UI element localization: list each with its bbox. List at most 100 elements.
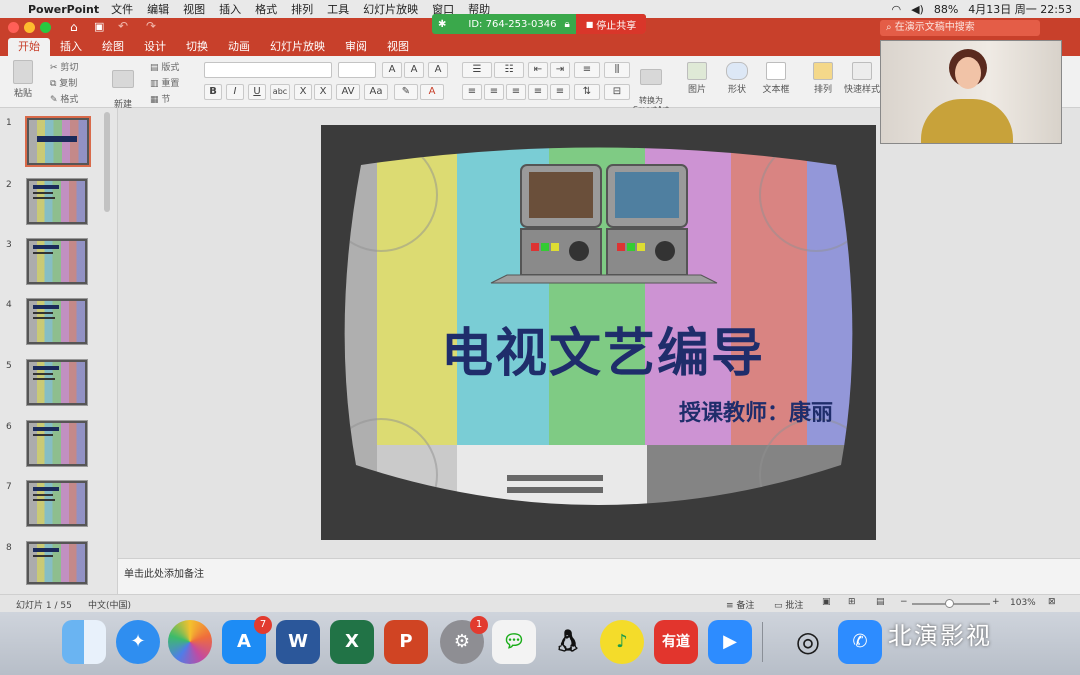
tab-home[interactable]: 开始 bbox=[8, 38, 50, 56]
zoom-in-button[interactable]: + bbox=[992, 597, 1000, 607]
search-input[interactable]: ⌕ 在演示文稿中搜索 bbox=[880, 20, 1040, 36]
format-painter-button[interactable]: ✎ 格式 bbox=[50, 92, 78, 105]
menu-slideshow[interactable]: 幻灯片放映 bbox=[363, 1, 418, 17]
slide-thumbnail-6[interactable] bbox=[26, 420, 88, 467]
slide-thumbnail-3[interactable] bbox=[26, 238, 88, 285]
menu-view[interactable]: 视图 bbox=[183, 1, 205, 17]
menu-format[interactable]: 格式 bbox=[255, 1, 277, 17]
menu-arrange[interactable]: 排列 bbox=[291, 1, 313, 17]
line-spacing-button[interactable]: ≡ bbox=[574, 62, 600, 78]
photos-icon[interactable] bbox=[168, 620, 212, 664]
change-case-button[interactable]: Aa bbox=[364, 84, 388, 100]
qq-music-icon[interactable]: ♪ bbox=[600, 620, 644, 664]
tab-transitions[interactable]: 切换 bbox=[176, 38, 218, 56]
notes-toggle-button[interactable]: ≡ 备注 bbox=[726, 598, 754, 611]
increase-indent-button[interactable]: ⇥ bbox=[550, 62, 570, 78]
textbox-button[interactable]: 文本框 bbox=[760, 62, 792, 95]
home-icon[interactable]: ⌂ bbox=[70, 20, 78, 34]
tab-insert[interactable]: 插入 bbox=[50, 38, 92, 56]
thumbnails-scrollbar[interactable] bbox=[104, 112, 110, 212]
numbering-button[interactable]: ☷ bbox=[494, 62, 524, 78]
paste-button[interactable]: 粘贴 bbox=[8, 60, 38, 99]
tab-draw[interactable]: 绘图 bbox=[92, 38, 134, 56]
bold-button[interactable]: B bbox=[204, 84, 222, 100]
slide-thumbnail-1[interactable] bbox=[25, 116, 91, 167]
highlight-button[interactable]: ✎ bbox=[394, 84, 418, 100]
font-name-select[interactable] bbox=[204, 62, 332, 78]
grow-font-button[interactable]: A bbox=[382, 62, 402, 78]
shape-button[interactable]: 形状 bbox=[722, 62, 752, 95]
superscript-button[interactable]: X bbox=[294, 84, 312, 100]
quicktime-icon[interactable]: ◎ bbox=[786, 620, 830, 664]
arrange-button[interactable]: 排列 bbox=[808, 62, 838, 95]
align-right-button[interactable]: ≡ bbox=[506, 84, 526, 100]
picture-button[interactable]: 图片 bbox=[684, 62, 710, 95]
slide-title[interactable]: 电视文艺编导 bbox=[413, 311, 793, 386]
bullets-button[interactable]: ☰ bbox=[462, 62, 492, 78]
quick-styles-button[interactable]: 快速样式 bbox=[842, 62, 882, 95]
tab-review[interactable]: 审阅 bbox=[335, 38, 377, 56]
slide-thumbnail-7[interactable] bbox=[26, 480, 88, 527]
language-indicator[interactable]: 中文(中国) bbox=[88, 598, 131, 611]
zoom-app-icon[interactable]: ▶ bbox=[708, 620, 752, 664]
undo-icon[interactable]: ↶ bbox=[118, 19, 128, 33]
align-center-button[interactable]: ≡ bbox=[484, 84, 504, 100]
italic-button[interactable]: I bbox=[226, 84, 244, 100]
decrease-indent-button[interactable]: ⇤ bbox=[528, 62, 548, 78]
redo-icon[interactable]: ↷ bbox=[146, 19, 156, 33]
word-icon[interactable]: W bbox=[276, 620, 320, 664]
zoom-meeting-icon[interactable]: ✆ bbox=[838, 620, 882, 664]
distribute-button[interactable]: ≡ bbox=[550, 84, 570, 100]
minimize-window-button[interactable] bbox=[24, 22, 35, 33]
menu-edit[interactable]: 编辑 bbox=[147, 1, 169, 17]
char-spacing-button[interactable]: AV bbox=[336, 84, 360, 100]
font-color-button[interactable]: A bbox=[420, 84, 444, 100]
layout-button[interactable]: ▤ 版式 bbox=[150, 60, 179, 73]
slide-thumbnail-2[interactable] bbox=[26, 178, 88, 225]
zoom-slider-handle[interactable] bbox=[945, 599, 954, 608]
reset-button[interactable]: ▥ 重置 bbox=[150, 76, 179, 89]
fit-to-window-icon[interactable]: ⊠ bbox=[1048, 597, 1056, 607]
columns-button[interactable]: ⫼ bbox=[604, 62, 630, 78]
slide-thumbnail-4[interactable] bbox=[26, 298, 88, 345]
zoom-window-button[interactable] bbox=[40, 22, 51, 33]
font-size-select[interactable] bbox=[338, 62, 376, 78]
shrink-font-button[interactable]: A bbox=[404, 62, 424, 78]
datetime[interactable]: 4月13日 周一 22:53 bbox=[968, 1, 1072, 17]
clear-format-button[interactable]: A bbox=[428, 62, 448, 78]
finder-icon[interactable] bbox=[62, 620, 106, 664]
normal-view-icon[interactable]: ▣ bbox=[822, 597, 831, 607]
tab-view[interactable]: 视图 bbox=[377, 38, 419, 56]
excel-icon[interactable]: X bbox=[330, 620, 374, 664]
slide-sorter-icon[interactable]: ⊞ bbox=[848, 597, 856, 607]
wifi-icon[interactable]: ◠ bbox=[891, 3, 901, 16]
powerpoint-icon[interactable]: P bbox=[384, 620, 428, 664]
menu-file[interactable]: 文件 bbox=[111, 1, 133, 17]
current-slide[interactable]: 电视文艺编导 授课教师：康丽 bbox=[321, 125, 876, 540]
qq-icon[interactable]: 🐧︎ bbox=[546, 620, 590, 664]
slide-thumbnail-8[interactable] bbox=[26, 541, 88, 585]
align-text-button[interactable]: ⊟ bbox=[604, 84, 630, 100]
reading-view-icon[interactable]: ▤ bbox=[876, 597, 885, 607]
slide-subtitle[interactable]: 授课教师：康丽 bbox=[633, 395, 833, 427]
subscript-button[interactable]: X bbox=[314, 84, 332, 100]
text-direction-button[interactable]: ⇅ bbox=[574, 84, 600, 100]
zoom-level[interactable]: 103% bbox=[1010, 598, 1036, 608]
volume-icon[interactable]: ◀) bbox=[911, 3, 924, 16]
stop-share-button[interactable]: ■ 停止共享 bbox=[576, 14, 646, 34]
strikethrough-button[interactable]: abc bbox=[270, 84, 290, 100]
close-window-button[interactable] bbox=[8, 22, 19, 33]
menu-insert[interactable]: 插入 bbox=[219, 1, 241, 17]
comments-toggle-button[interactable]: ▭ 批注 bbox=[774, 598, 803, 611]
zoom-out-button[interactable]: − bbox=[900, 597, 908, 607]
save-icon[interactable]: ▣ bbox=[94, 20, 104, 33]
youdao-icon[interactable]: 有道 bbox=[654, 620, 698, 664]
menu-tools[interactable]: 工具 bbox=[327, 1, 349, 17]
align-left-button[interactable]: ≡ bbox=[462, 84, 482, 100]
safari-icon[interactable]: ✦ bbox=[116, 620, 160, 664]
slide-thumbnail-5[interactable] bbox=[26, 359, 88, 406]
tab-animations[interactable]: 动画 bbox=[218, 38, 260, 56]
cut-button[interactable]: ✂ 剪切 bbox=[50, 60, 78, 73]
wechat-icon[interactable]: 💬︎ bbox=[492, 620, 536, 664]
app-name-menu[interactable]: PowerPoint bbox=[28, 3, 99, 16]
